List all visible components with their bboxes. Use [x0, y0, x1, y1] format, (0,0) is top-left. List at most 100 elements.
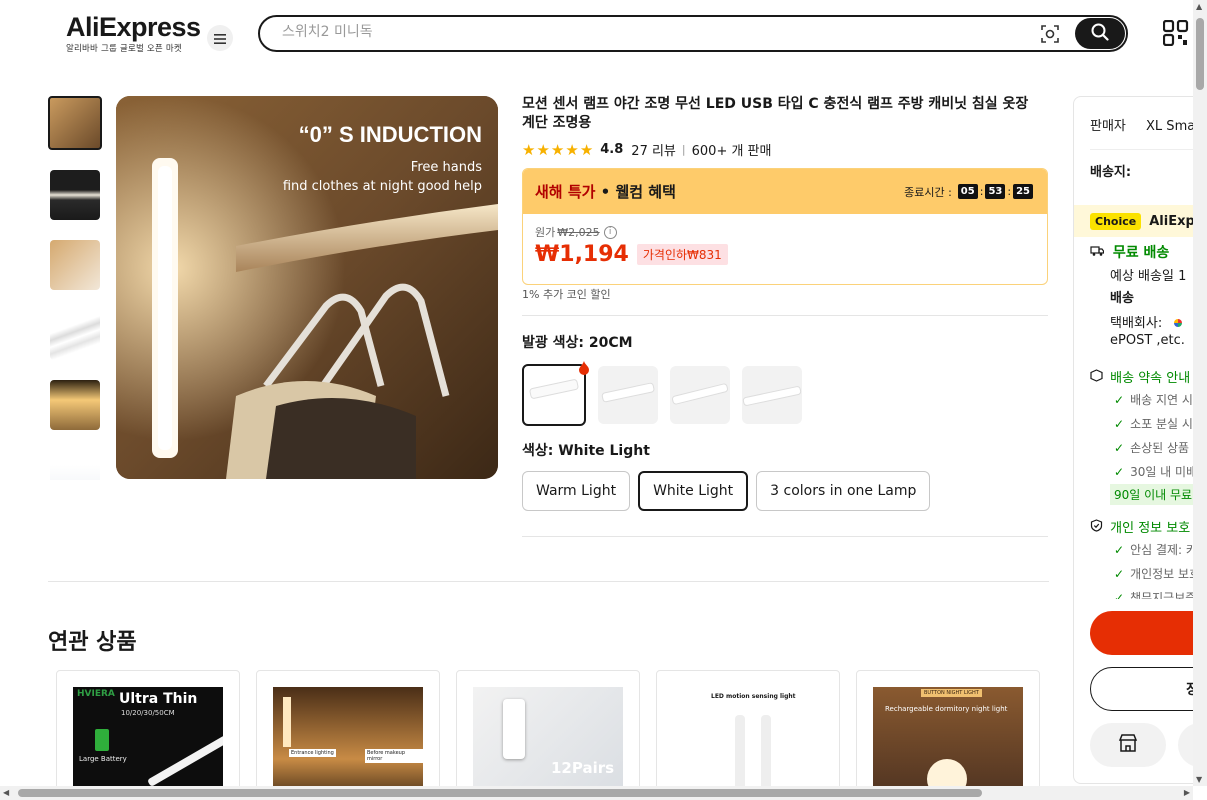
related-card-image: Entrance lighting Before makeup mirror: [273, 687, 423, 799]
check-icon: ✓: [1114, 567, 1125, 581]
section-divider: [48, 581, 1049, 582]
privacy-item-text: 책무지금보증: [1130, 591, 1197, 599]
carrier-label: 택배회사:: [1110, 316, 1163, 331]
related-card-image: HVIERA Ultra Thin 10/20/30/50CM Large Ba…: [73, 687, 223, 799]
thumbnail-2[interactable]: [50, 170, 100, 220]
product-page: AliExpress 알리바바 그룹 글로벌 오픈 마켓 스위치2 미니독 “0…: [0, 0, 1207, 800]
related-card-4[interactable]: LED motion sensing light: [656, 670, 840, 800]
rating-row: ★★★★★ 4.8 27 리뷰 | 600+ 개 판매: [522, 140, 771, 160]
buy-now-button[interactable]: [1090, 611, 1207, 655]
countdown-timer: 종료시간 : 05: 53: 25: [904, 184, 1035, 200]
vertical-scroll-thumb[interactable]: [1196, 18, 1204, 90]
promise-item-2: ✓ 소포 분실 시: [1114, 415, 1193, 432]
info-icon[interactable]: i: [603, 225, 617, 239]
swatch-40cm[interactable]: [670, 366, 730, 424]
privacy-item-3: ✓ 책무지금보증: [1114, 589, 1196, 599]
deal-body: 원가 ₩2,025 i ₩1,194 가격인하₩831: [523, 214, 1047, 277]
check-icon: ✓: [1114, 441, 1125, 455]
seller-name[interactable]: XL Sma: [1146, 119, 1195, 134]
choice-badge: Choice: [1090, 212, 1142, 230]
image-subtext-line1: Free hands: [410, 160, 482, 175]
swatch-20cm[interactable]: [522, 364, 586, 426]
chip-warm-light[interactable]: Warm Light: [522, 471, 631, 511]
review-count[interactable]: 27 리뷰: [631, 140, 676, 159]
swatch-50cm[interactable]: [742, 366, 802, 424]
add-to-cart-button[interactable]: 장: [1090, 667, 1207, 711]
related-card-3[interactable]: 12Pairs: [456, 670, 640, 800]
chip-white-light[interactable]: White Light: [638, 471, 749, 511]
card2-light: [283, 697, 291, 747]
promise-item-3: ✓ 손상된 상품: [1114, 439, 1189, 456]
promise-item-1: ✓ 배송 지연 시: [1114, 391, 1193, 408]
related-card-image: 12Pairs: [473, 687, 623, 799]
thumbnail-list: [48, 96, 102, 480]
seller-row: 판매자 XL Sma: [1090, 115, 1195, 134]
free-shipping-row: 무료 배송: [1090, 242, 1169, 262]
privacy-item-1: ✓ 안심 결제: 카: [1114, 541, 1197, 558]
related-card-1[interactable]: HVIERA Ultra Thin 10/20/30/50CM Large Ba…: [56, 670, 240, 800]
search-input[interactable]: [282, 24, 1022, 40]
main-product-image[interactable]: “0” S INDUCTION Free hands find clothes …: [116, 96, 498, 479]
promise-item-text: 소포 분실 시: [1130, 417, 1193, 431]
deal-title-red: 새해 특가: [535, 183, 596, 201]
horizontal-scroll-thumb[interactable]: [18, 789, 982, 797]
delivery-promise-title: 배송 약속 안내: [1110, 371, 1191, 386]
timer-seconds: 25: [1013, 184, 1033, 199]
card1-title: Ultra Thin: [119, 691, 198, 707]
privacy-item-text: 개인정보 보호: [1130, 567, 1201, 581]
thumbnail-1[interactable]: [48, 96, 102, 150]
original-price-row: 원가 ₩2,025 i: [535, 224, 1035, 240]
scroll-down-icon[interactable]: ▼: [1196, 775, 1202, 784]
qr-code-icon[interactable]: [1162, 19, 1189, 47]
related-card-5[interactable]: BUTTON NIGHT LIGHT Rechargeable dormitor…: [856, 670, 1040, 800]
shield-check-icon: [1090, 519, 1103, 536]
hot-fire-icon: [578, 360, 590, 375]
swatch-30cm[interactable]: [598, 366, 658, 424]
delivery-promise-row[interactable]: 배송 약속 안내: [1090, 367, 1190, 386]
deal-title-rest: • 웰컴 혜택: [595, 183, 676, 201]
color-chips: Warm Light White Light 3 colors in one L…: [522, 471, 938, 511]
star-rating-icon: ★★★★★: [522, 140, 594, 159]
deal-header: 새해 특가 • 웰컴 혜택 종료시간 : 05: 53: 25: [523, 169, 1047, 214]
ship-to-label[interactable]: 배송지:: [1090, 161, 1131, 180]
length-swatches: [522, 364, 814, 426]
thumbnail-6[interactable]: [50, 450, 100, 480]
timer-hours: 05: [957, 184, 978, 199]
card5-title: Rechargeable dormitory night light: [885, 705, 1008, 713]
separator: |: [681, 143, 686, 156]
scroll-up-icon[interactable]: ▲: [1196, 2, 1202, 11]
related-card-2[interactable]: Entrance lighting Before makeup mirror: [256, 670, 440, 800]
card5-tag: BUTTON NIGHT LIGHT: [921, 689, 982, 697]
thumbnail-4[interactable]: [50, 310, 100, 360]
thumbnail-3[interactable]: [50, 240, 100, 290]
image-subtext: Free hands find clothes at night good he…: [283, 158, 482, 196]
timer-label: 종료시간 :: [904, 185, 952, 199]
aliexpress-logo[interactable]: AliExpress 알리바바 그룹 글로벌 오픈 마켓: [66, 12, 201, 54]
store-button[interactable]: [1090, 723, 1166, 767]
eta-line1: 예상 배송일 1: [1110, 269, 1187, 284]
color-temp-label: 발광 색상: 20CM: [522, 335, 633, 351]
card1-sub: 10/20/30/50CM: [121, 709, 175, 717]
carrier-row: 택배회사:: [1110, 312, 1183, 331]
price-row: ₩1,194 가격인하₩831: [535, 242, 1035, 267]
card1-brand: HVIERA: [77, 689, 115, 699]
promise-item-4: ✓ 30일 내 미배: [1114, 463, 1197, 480]
related-products-list: HVIERA Ultra Thin 10/20/30/50CM Large Ba…: [56, 670, 1056, 800]
menu-button[interactable]: [207, 25, 233, 51]
vertical-scrollbar[interactable]: ▲ ▼: [1193, 0, 1207, 786]
privacy-row[interactable]: 개인 정보 보호: [1090, 517, 1190, 536]
thumbnail-5[interactable]: [50, 380, 100, 430]
image-search-icon[interactable]: [1040, 24, 1060, 44]
horizontal-scrollbar[interactable]: ◀ ▶: [0, 786, 1193, 800]
chip-3-colors[interactable]: 3 colors in one Lamp: [756, 471, 931, 511]
divider: [522, 315, 1048, 316]
purchase-panel: 판매자 XL Sma 배송지: Choice AliExpr 무료 배송 예상 …: [1073, 96, 1207, 784]
scroll-right-icon[interactable]: ▶: [1184, 788, 1190, 797]
search-button[interactable]: [1075, 18, 1125, 49]
hamburger-icon: [214, 29, 226, 48]
scroll-left-icon[interactable]: ◀: [3, 788, 9, 797]
card2-label2: Before makeup mirror: [365, 749, 423, 763]
coin-discount-text: 1% 추가 코인 할인: [522, 288, 611, 301]
related-card-image: BUTTON NIGHT LIGHT Rechargeable dormitor…: [873, 687, 1023, 799]
related-products-title: 연관 상품: [48, 630, 137, 655]
